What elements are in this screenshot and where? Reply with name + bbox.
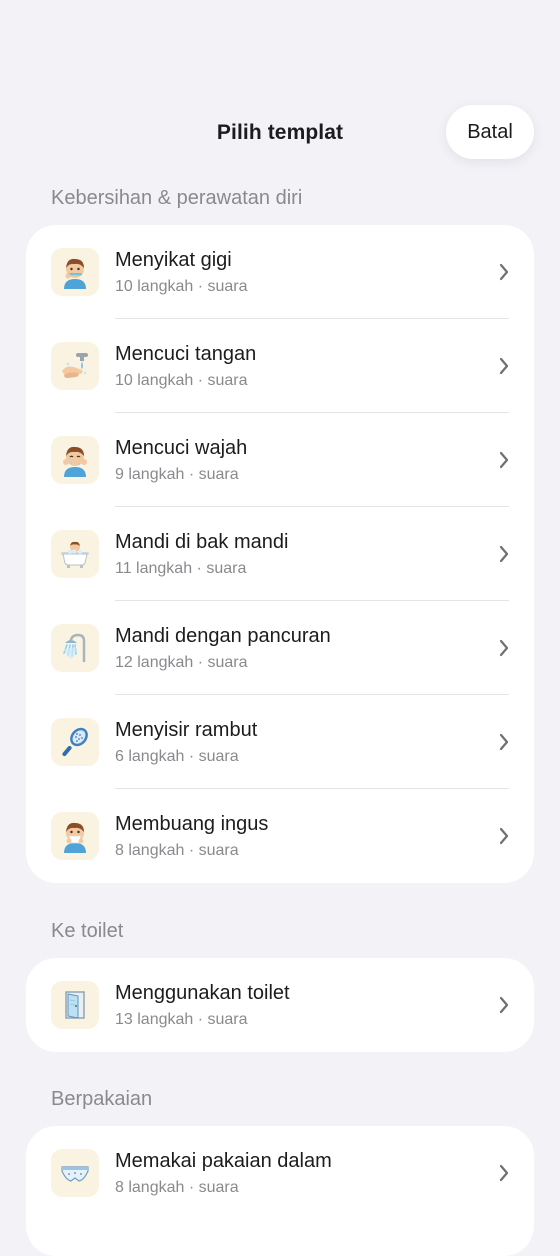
list-item-menyisir-rambut[interactable]: Menyisir rambut 6 langkah · suara <box>26 695 534 789</box>
item-title: Mencuci tangan <box>115 343 257 365</box>
chevron-right-icon <box>499 639 509 657</box>
item-subtitle: 11 langkah · suara <box>115 560 247 577</box>
item-subtitle: 10 langkah · suara <box>115 278 248 295</box>
item-title: Mencuci wajah <box>115 437 248 459</box>
list-item-mandi-dengan-pancuran[interactable]: Mandi dengan pancuran 12 langkah · suara <box>26 601 534 695</box>
shower-icon <box>51 624 99 672</box>
item-subtitle: 8 langkah · suara <box>115 1179 239 1196</box>
child-blowing-nose-icon <box>51 812 99 860</box>
item-subtitle: 13 langkah · suara <box>115 1011 248 1028</box>
item-subtitle: 10 langkah · suara <box>115 372 248 389</box>
item-title: Mandi dengan pancuran <box>115 625 331 647</box>
hairbrush-icon <box>51 718 99 766</box>
chevron-right-icon <box>499 733 509 751</box>
list-item-membuang-ingus[interactable]: Membuang ingus 8 langkah · suara <box>26 789 534 883</box>
toilet-door-icon <box>51 981 99 1029</box>
item-title: Menyikat gigi <box>115 249 232 271</box>
list-item-mencuci-tangan[interactable]: Mencuci tangan 10 langkah · suara <box>26 319 534 413</box>
dressing-card: Memakai pakaian dalam 8 langkah · suara <box>26 1126 534 1256</box>
chevron-right-icon <box>499 451 509 469</box>
item-title: Mandi di bak mandi <box>115 531 289 553</box>
list-item-menyikat-gigi[interactable]: Menyikat gigi 10 langkah · suara <box>26 225 534 319</box>
chevron-right-icon <box>499 357 509 375</box>
item-subtitle: 8 langkah · suara <box>115 842 239 859</box>
hygiene-card: Menyikat gigi 10 langkah · suara Mencuci… <box>26 225 534 883</box>
cancel-button[interactable]: Batal <box>446 105 534 159</box>
list-item-mencuci-wajah[interactable]: Mencuci wajah 9 langkah · suara <box>26 413 534 507</box>
item-subtitle: 9 langkah · suara <box>115 466 239 483</box>
child-washing-face-icon <box>51 436 99 484</box>
item-title: Membuang ingus <box>115 813 269 835</box>
list-item-memakai-pakaian-dalam[interactable]: Memakai pakaian dalam 8 langkah · suara <box>26 1126 534 1220</box>
child-brushing-teeth-icon <box>51 248 99 296</box>
section-title-dressing: Berpakaian <box>51 1088 153 1110</box>
chevron-right-icon <box>499 996 509 1014</box>
list-item-menggunakan-toilet[interactable]: Menggunakan toilet 13 langkah · suara <box>26 958 534 1052</box>
underwear-icon <box>51 1149 99 1197</box>
item-title: Menggunakan toilet <box>115 982 290 1004</box>
chevron-right-icon <box>499 263 509 281</box>
chevron-right-icon <box>499 827 509 845</box>
item-title: Memakai pakaian dalam <box>115 1150 332 1172</box>
bathtub-icon <box>51 530 99 578</box>
section-title-hygiene: Kebersihan & perawatan diri <box>51 187 303 209</box>
chevron-right-icon <box>499 545 509 563</box>
list-item-mandi-di-bak-mandi[interactable]: Mandi di bak mandi 11 langkah · suara <box>26 507 534 601</box>
item-subtitle: 12 langkah · suara <box>115 654 248 671</box>
item-subtitle: 6 langkah · suara <box>115 748 239 765</box>
chevron-right-icon <box>499 1164 509 1182</box>
toilet-card: Menggunakan toilet 13 langkah · suara <box>26 958 534 1052</box>
section-title-toilet: Ke toilet <box>51 920 124 942</box>
washing-hands-icon <box>51 342 99 390</box>
item-title: Menyisir rambut <box>115 719 258 741</box>
header: Pilih templat Batal <box>0 104 560 162</box>
